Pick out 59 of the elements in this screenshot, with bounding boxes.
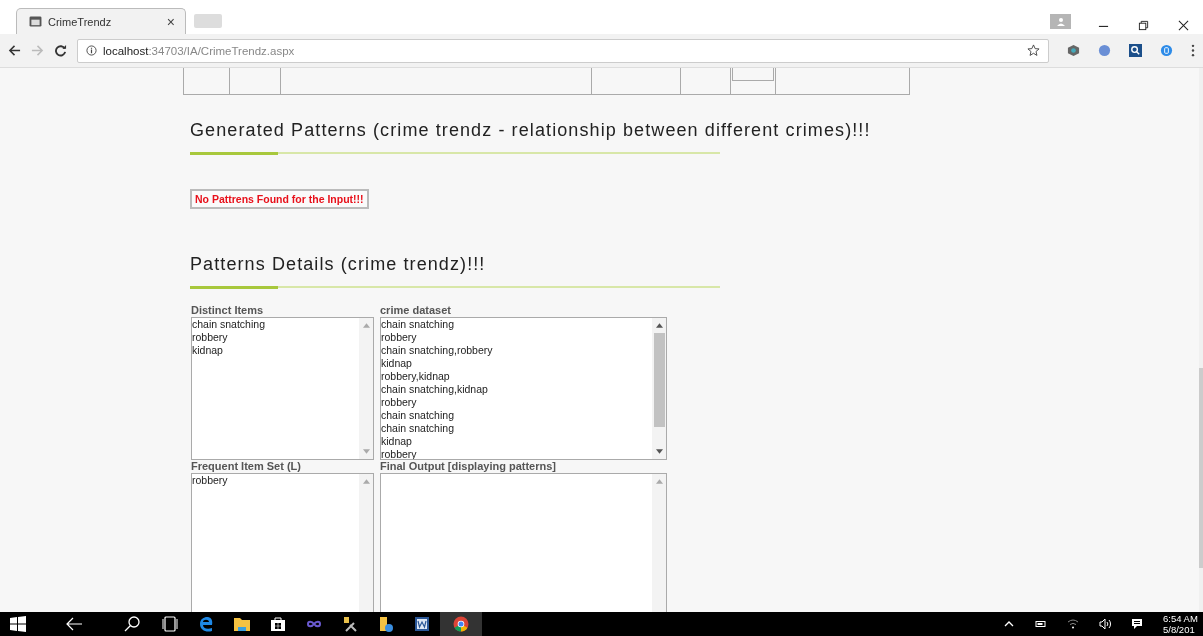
url-text: localhost:34703/IA/CrimeTrendz.aspx (103, 44, 295, 57)
chrome-icon (453, 616, 469, 632)
battery-icon[interactable] (1035, 618, 1047, 630)
clock-time: 6:54 AM (1163, 613, 1199, 624)
menu-icon[interactable] (1191, 44, 1195, 57)
list-option[interactable]: kidnap (192, 344, 359, 357)
info-icon (86, 45, 97, 56)
clock[interactable]: 6:54 AM 5/8/201 (1163, 613, 1203, 635)
reload-icon[interactable] (54, 44, 67, 57)
page-scrollbar[interactable] (1199, 68, 1203, 612)
close-icon[interactable] (1178, 20, 1189, 31)
list-option[interactable]: chain snatching (381, 409, 652, 422)
wifi-icon[interactable] (1067, 618, 1079, 630)
address-bar[interactable]: localhost:34703/IA/CrimeTrendz.aspx (77, 38, 1049, 63)
taskbar-button[interactable] (440, 612, 482, 636)
windows-logo-icon[interactable] (10, 616, 26, 632)
listbox-label: Frequent Item Set (L) (191, 460, 302, 473)
scroll-down-icon[interactable] (655, 449, 663, 454)
eye-icon[interactable] (1067, 44, 1080, 57)
person-icon (1055, 16, 1066, 27)
notification-icon[interactable] (1131, 618, 1143, 630)
listbox-label: Distinct Items (191, 304, 265, 317)
section-heading: Generated Patterns (crime trendz - relationship between different crimes)!!! (190, 120, 872, 141)
list-option[interactable]: robbery (381, 331, 652, 344)
error-message: No Pattrens Found for the Input!!! (190, 189, 369, 209)
list-option[interactable]: robbery (381, 396, 652, 409)
store-icon[interactable] (270, 616, 286, 632)
task-view-icon[interactable] (162, 616, 178, 632)
clock-date: 5/8/201 (1163, 624, 1196, 635)
list-option[interactable]: robbery (192, 331, 359, 344)
listbox[interactable]: chain snatching robbery kidnap (191, 317, 374, 460)
calendar-icon (29, 16, 42, 27)
close-tab-button[interactable]: × (166, 13, 175, 30)
list-option[interactable]: kidnap (381, 357, 652, 370)
scroll-up-icon[interactable] (655, 323, 663, 328)
search-icon[interactable] (124, 616, 140, 632)
browser-tab[interactable]: CrimeTrendz × (16, 8, 186, 34)
word-icon[interactable] (414, 616, 430, 632)
back-icon[interactable] (8, 44, 21, 57)
listbox-label: crime dataset (380, 304, 452, 317)
tab-title: CrimeTrendz (48, 15, 113, 28)
section-heading: Patterns Details (crime trendz)!!! (190, 254, 487, 275)
list-option[interactable]: chain snatching (381, 318, 652, 331)
restore-icon[interactable] (1138, 20, 1149, 31)
edge-icon[interactable] (198, 616, 214, 632)
tools-icon[interactable] (342, 616, 358, 632)
list-option[interactable]: chain snatching,kidnap (381, 383, 652, 396)
listbox[interactable]: robbery (191, 473, 374, 612)
list-option[interactable]: chain snatching (381, 422, 652, 435)
list-option[interactable]: robbery (192, 474, 359, 487)
scrollbar[interactable] (652, 318, 666, 459)
speaker-icon[interactable] (1099, 618, 1111, 630)
star-icon[interactable] (1027, 44, 1040, 57)
listbox-label: Final Output [displaying patterns] (380, 460, 557, 473)
list-option[interactable]: chain snatching (192, 318, 359, 331)
search-icon[interactable] (1129, 44, 1142, 57)
list-option[interactable]: chain snatching,robbery (381, 344, 652, 357)
list-option[interactable]: robbery,kidnap (381, 370, 652, 383)
list-option[interactable]: kidnap (381, 435, 652, 448)
